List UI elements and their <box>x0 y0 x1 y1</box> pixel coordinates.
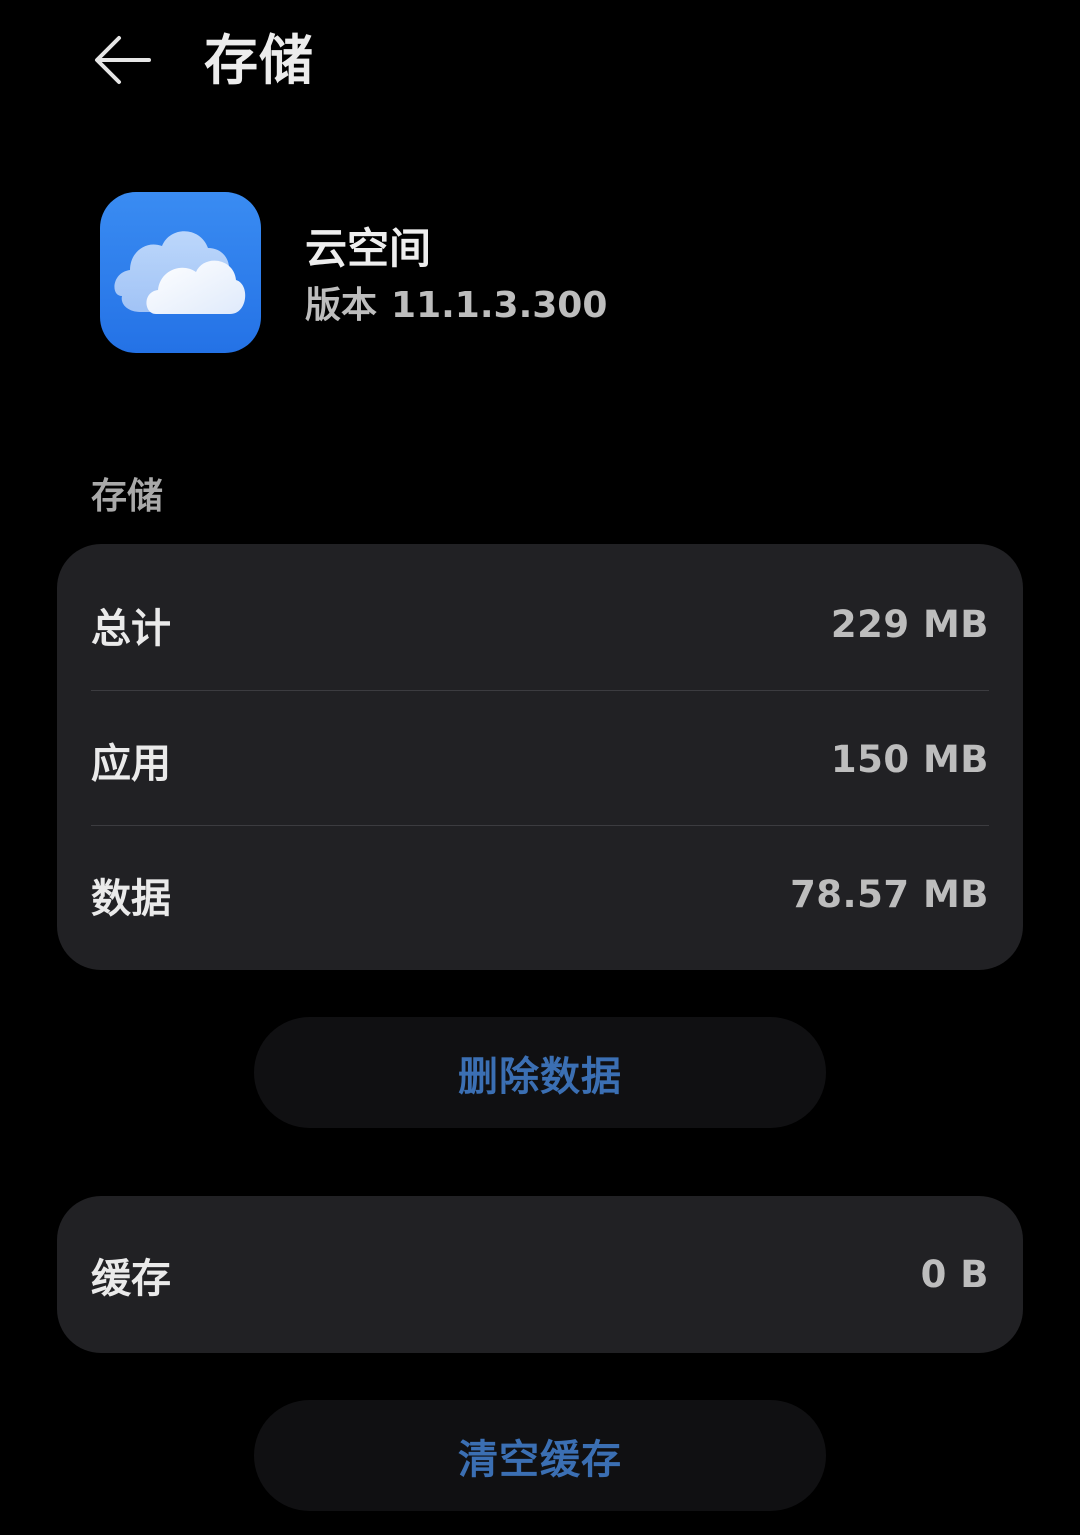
back-button[interactable] <box>88 27 158 93</box>
row-label: 数据 <box>91 875 171 922</box>
row-value: 0 B <box>920 1253 989 1296</box>
storage-row-data: 数据 78.57 MB <box>91 827 989 962</box>
page-title: 存储 <box>204 29 314 92</box>
delete-data-button[interactable]: 删除数据 <box>254 1017 826 1128</box>
row-value: 150 MB <box>830 738 989 781</box>
storage-section-label: 存储 <box>91 476 164 517</box>
top-app-bar: 存储 <box>0 0 1080 125</box>
storage-card: 总计 229 MB 应用 150 MB 数据 78.57 MB <box>57 544 1023 970</box>
arrow-left-icon <box>95 36 151 84</box>
app-icon <box>100 192 261 353</box>
cache-row: 缓存 0 B <box>91 1207 989 1342</box>
divider <box>91 825 989 826</box>
app-version: 版本 11.1.3.300 <box>305 282 607 330</box>
divider <box>91 690 989 691</box>
clear-cache-button[interactable]: 清空缓存 <box>254 1400 826 1511</box>
version-value: 11.1.3.300 <box>391 285 608 326</box>
version-label: 版本 <box>305 285 378 326</box>
row-value: 78.57 MB <box>790 873 989 916</box>
row-label: 应用 <box>91 740 171 787</box>
row-value: 229 MB <box>830 603 989 646</box>
row-label: 缓存 <box>91 1255 171 1302</box>
cache-card: 缓存 0 B <box>57 1196 1023 1353</box>
storage-row-total: 总计 229 MB <box>91 557 989 692</box>
row-label: 总计 <box>91 605 171 652</box>
cloud-icon <box>114 231 246 314</box>
storage-row-app: 应用 150 MB <box>91 692 989 827</box>
app-name: 云空间 <box>305 224 432 273</box>
